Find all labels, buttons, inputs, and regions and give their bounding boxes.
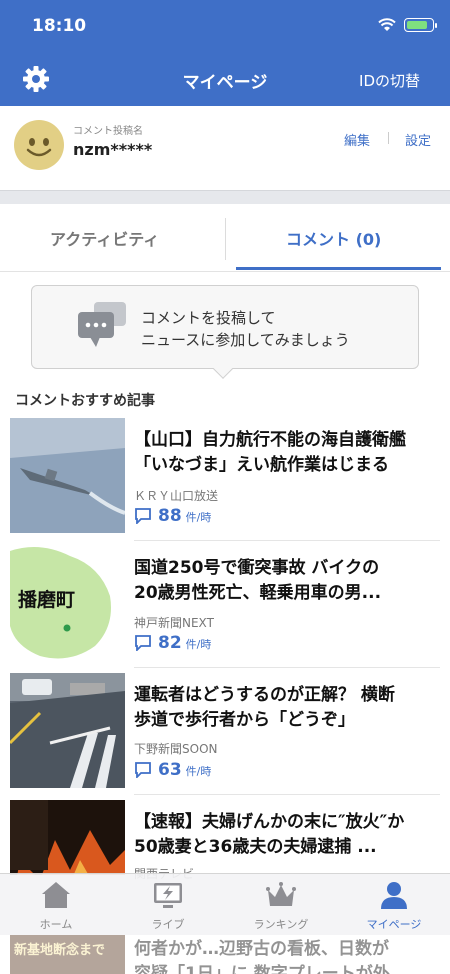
chat-bubbles-icon xyxy=(78,302,126,347)
list-divider xyxy=(134,794,440,795)
active-tab-indicator xyxy=(236,267,441,270)
tab-comment[interactable]: コメント (0) xyxy=(286,226,381,250)
nav-home[interactable]: ホーム xyxy=(0,874,112,936)
comment-count: 82 xyxy=(158,633,182,653)
smiley-icon xyxy=(26,138,52,157)
edit-link[interactable]: 編集 xyxy=(344,130,370,149)
nav-live[interactable]: ライブ xyxy=(112,874,224,936)
comment-icon xyxy=(135,762,151,778)
article-item[interactable]: 運転者はどうするのが正解？ 横断 歩道で歩行者から「どうぞ」 下野新聞SOON … xyxy=(0,673,450,795)
app-header: 18:10 マイページ IDの切替 xyxy=(0,0,450,106)
article-thumbnail: 播磨町 xyxy=(10,546,125,661)
comment-rate: 63 件/時 xyxy=(134,760,211,780)
wifi-icon xyxy=(378,18,396,31)
article-title: 【速報】夫婦げんかの末に″放火″か 50歳妻と36歳夫の夫婦逮捕 ... xyxy=(134,812,405,857)
section-title: コメントおすすめ記事 xyxy=(15,393,155,409)
map-label: 播磨町 xyxy=(18,588,75,611)
comment-rate: 88 件/時 xyxy=(134,506,211,526)
prompt-line-1: コメントを投稿して xyxy=(141,309,276,327)
nav-live-label: ライブ xyxy=(151,918,185,931)
list-divider xyxy=(134,667,440,668)
comment-prompt-text: コメントを投稿して ニュースに参加してみましょう xyxy=(141,307,350,351)
comment-rate: 82 件/時 xyxy=(134,633,211,653)
tab-divider xyxy=(225,218,226,260)
tab-bar: アクティビティ コメント (0) xyxy=(0,204,450,272)
nav-ranking[interactable]: ランキング xyxy=(225,874,337,936)
comment-icon xyxy=(135,635,151,651)
battery-icon xyxy=(404,18,437,32)
tab-activity[interactable]: アクティビティ xyxy=(50,226,159,250)
article-item-partial[interactable]: 新基地断念まで 何者かが…辺野古の看板、日数が 容疑「1日」に 数字プレートが外… xyxy=(0,935,450,974)
article-thumbnail xyxy=(10,673,125,788)
article-thumbnail: 新基地断念まで xyxy=(10,935,125,974)
article-source: ＫＲＹ山口放送 xyxy=(134,489,219,503)
comment-unit: 件/時 xyxy=(185,511,212,524)
article-title: 【山口】自力航行不能の海自護衛艦 「いなづま」えい航作業はじまる xyxy=(134,430,406,475)
nav-ranking-label: ランキング xyxy=(253,918,309,931)
article-item[interactable]: 【山口】自力航行不能の海自護衛艦 「いなづま」えい航作業はじまる ＫＲＹ山口放送… xyxy=(0,418,450,540)
bottom-nav: ホーム ライブ ランキング マイページ xyxy=(0,873,450,935)
comment-unit: 件/時 xyxy=(185,638,212,651)
section-separator xyxy=(0,190,450,204)
poster-label: コメント投稿名 xyxy=(73,126,143,137)
link-separator xyxy=(388,132,389,144)
nav-mypage-label: マイページ xyxy=(366,918,422,931)
id-switch-button[interactable]: IDの切替 xyxy=(359,70,420,91)
article-source: 神戸新聞NEXT xyxy=(134,616,214,630)
status-time: 18:10 xyxy=(32,16,87,36)
article-title: 運転者はどうするのが正解？ 横断 歩道で歩行者から「どうぞ」 xyxy=(134,685,395,730)
crown-icon xyxy=(266,882,296,906)
article-thumbnail xyxy=(10,418,125,533)
comment-count: 63 xyxy=(158,760,182,780)
avatar xyxy=(14,120,64,170)
nav-mypage[interactable]: マイページ xyxy=(338,874,450,936)
article-title: 国道250号で衝突事故 バイクの 20歳男性死亡、軽乗用車の男... xyxy=(134,558,382,603)
settings-link[interactable]: 設定 xyxy=(405,130,431,149)
article-source: 下野新聞SOON xyxy=(134,742,218,756)
comment-icon xyxy=(135,508,151,524)
home-icon xyxy=(42,882,70,908)
profile-section: コメント投稿名 nzm***** 編集 設定 xyxy=(0,106,450,190)
thumbnail-caption: 新基地断念まで xyxy=(14,943,106,958)
comment-unit: 件/時 xyxy=(185,765,212,778)
prompt-line-2: ニュースに参加してみましょう xyxy=(141,331,350,349)
fire-photo xyxy=(10,800,125,875)
article-thumbnail xyxy=(10,800,125,875)
map-harima: 播磨町 xyxy=(10,546,125,661)
article-title: 何者かが…辺野古の看板、日数が 容疑「1日」に 数字プレートが外... xyxy=(134,939,410,974)
live-icon xyxy=(154,883,182,908)
person-icon xyxy=(381,882,407,909)
list-divider xyxy=(134,540,440,541)
poster-name: nzm***** xyxy=(73,140,153,159)
ship-photo xyxy=(10,418,125,533)
status-icons xyxy=(378,18,437,32)
nav-home-label: ホーム xyxy=(39,918,73,931)
comment-count: 88 xyxy=(158,506,182,526)
article-item[interactable]: 播磨町 国道250号で衝突事故 バイクの 20歳男性死亡、軽乗用車の男... 神… xyxy=(0,546,450,668)
road-photo xyxy=(10,673,125,788)
